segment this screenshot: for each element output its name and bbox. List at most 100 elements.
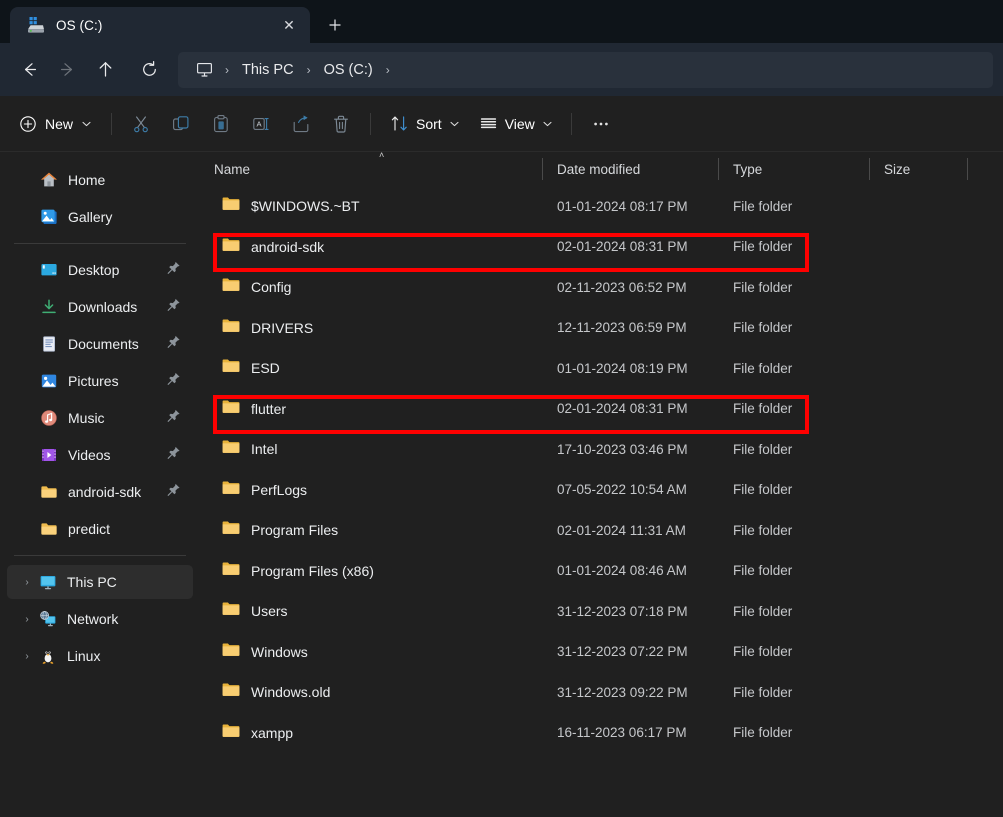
cell-name: Windows.old (200, 682, 543, 702)
videos-icon (38, 446, 60, 464)
folder-icon (222, 439, 240, 459)
pin-icon[interactable] (167, 409, 181, 428)
table-row[interactable]: Windows.old 31-12-2023 09:22 PM File folde… (200, 672, 1003, 713)
sort-button[interactable]: Sort (380, 107, 469, 141)
cell-date-modified: 17-10-2023 03:46 PM (543, 442, 719, 457)
sidebar-item-gallery[interactable]: Gallery (7, 200, 193, 234)
sidebar-item-downloads[interactable]: Downloads (7, 290, 193, 324)
sidebar-item-home[interactable]: Home (7, 163, 193, 197)
chevron-right-icon[interactable]: › (17, 651, 37, 662)
table-row[interactable]: Program Files (x86) 01-01-2024 08:46 AM Fi… (200, 551, 1003, 592)
file-name: Users (251, 603, 288, 620)
sidebar-item-music[interactable]: Music (7, 401, 193, 435)
chevron-right-icon[interactable]: › (17, 614, 37, 625)
copy-button[interactable] (161, 107, 201, 141)
sidebar-item-this-pc[interactable]: › This PC (7, 565, 193, 599)
share-button[interactable] (281, 107, 321, 141)
scissors-icon (134, 115, 148, 132)
breadcrumb-separator-1[interactable]: › (301, 59, 317, 81)
sidebar-item-label: predict (68, 521, 111, 537)
paste-button[interactable] (201, 107, 241, 141)
cut-button[interactable] (121, 107, 161, 141)
sidebar-divider-2 (14, 555, 186, 556)
sidebar-divider-1 (14, 243, 186, 244)
table-row[interactable]: ESD 01-01-2024 08:19 PM File folder (200, 348, 1003, 389)
table-row[interactable]: Program Files 02-01-2024 11:31 AM File fol… (200, 510, 1003, 551)
column-header-name[interactable]: ˄ Name (200, 152, 543, 186)
pin-icon[interactable] (167, 298, 181, 317)
more-options-button[interactable] (581, 107, 621, 141)
column-header-label: Date modified (557, 161, 641, 177)
cell-name: Users (200, 601, 543, 621)
breadcrumb-this-pc[interactable]: This PC (235, 58, 301, 82)
table-row[interactable]: $WINDOWS.~BT 01-01-2024 08:17 PM File fold… (200, 186, 1003, 227)
table-row[interactable]: xampp 16-11-2023 06:17 PM File folder (200, 713, 1003, 754)
chevron-right-icon[interactable]: › (17, 577, 37, 588)
file-type: File folder (733, 603, 793, 619)
breadcrumb-os-c[interactable]: OS (C:) (317, 58, 380, 82)
sidebar-item-android-sdk[interactable]: android-sdk (7, 475, 193, 509)
delete-button[interactable] (321, 107, 361, 141)
column-header-size[interactable]: Size (870, 152, 968, 186)
sidebar-item-linux[interactable]: › Linux (7, 639, 193, 673)
table-row[interactable]: Intel 17-10-2023 03:46 PM File folder (200, 429, 1003, 470)
breadcrumb-separator-0[interactable]: › (219, 59, 235, 81)
file-name: android-sdk (251, 238, 325, 255)
view-button[interactable]: View (469, 107, 562, 141)
tab-os-c[interactable]: OS (C:) ✕ (10, 7, 310, 43)
close-icon[interactable]: ✕ (276, 12, 302, 38)
pin-icon[interactable] (167, 261, 181, 280)
sidebar-item-predict[interactable]: predict (7, 512, 193, 546)
documents-icon (38, 335, 60, 353)
toolbar-divider-3 (570, 112, 572, 135)
sidebar-item-desktop[interactable]: Desktop (7, 253, 193, 287)
pin-icon[interactable] (167, 372, 181, 391)
file-date: 01-01-2024 08:17 PM (557, 198, 688, 214)
new-tab-button[interactable] (318, 8, 352, 42)
address-bar[interactable]: › This PC › OS (C:) › (178, 51, 993, 88)
folder-icon (222, 642, 240, 662)
sidebar-item-pictures[interactable]: Pictures (7, 364, 193, 398)
sidebar-item-network[interactable]: › Network (7, 602, 193, 636)
ellipsis-icon (594, 122, 608, 125)
table-row[interactable]: Config 02-11-2023 06:52 PM File folder (200, 267, 1003, 308)
table-row[interactable]: Windows 31-12-2023 07:22 PM File folder (200, 632, 1003, 673)
cell-name: $WINDOWS.~BT (200, 196, 543, 216)
sidebar-item-videos[interactable]: Videos (7, 438, 193, 472)
breadcrumb-separator-2[interactable]: › (380, 59, 396, 81)
back-button[interactable] (10, 53, 48, 87)
column-header-type[interactable]: Type (719, 152, 870, 186)
refresh-button[interactable] (130, 53, 168, 87)
file-date: 31-12-2023 09:22 PM (557, 684, 688, 700)
cell-type: File folder (719, 442, 870, 457)
table-row[interactable]: DRIVERS 12-11-2023 06:59 PM File folder (200, 308, 1003, 349)
file-type: File folder (733, 644, 793, 660)
folder-icon (222, 601, 240, 621)
file-date: 01-01-2024 08:19 PM (557, 360, 688, 376)
cell-name: Intel (200, 439, 543, 459)
sidebar-item-documents[interactable]: Documents (7, 327, 193, 361)
table-row[interactable]: flutter 02-01-2024 08:31 PM File folder (200, 389, 1003, 430)
file-type: File folder (733, 684, 793, 700)
cell-name: flutter (200, 399, 543, 419)
file-date: 02-11-2023 06:52 PM (557, 279, 687, 295)
table-row[interactable]: android-sdk 02-01-2024 08:31 PM File folde… (200, 227, 1003, 268)
arrow-left-icon (24, 63, 36, 76)
pin-icon[interactable] (167, 446, 181, 465)
table-row[interactable]: Users 31-12-2023 07:18 PM File folder (200, 591, 1003, 632)
file-name: Windows (251, 643, 308, 660)
sort-button-label: Sort (416, 115, 442, 132)
file-date: 31-12-2023 07:22 PM (557, 644, 688, 660)
pin-icon[interactable] (167, 335, 181, 354)
up-button[interactable] (86, 53, 124, 87)
network-icon (37, 610, 59, 628)
forward-button[interactable] (48, 53, 86, 87)
rename-button[interactable]: A (241, 107, 281, 141)
new-button[interactable]: New (10, 107, 102, 141)
column-header-date-modified[interactable]: Date modified (543, 152, 719, 186)
this-pc-monitor-icon[interactable] (190, 57, 219, 82)
table-row[interactable]: PerfLogs 07-05-2022 10:54 AM File folder (200, 470, 1003, 511)
windows-drive-icon (26, 15, 46, 35)
cell-date-modified: 31-12-2023 07:22 PM (543, 644, 719, 659)
pin-icon[interactable] (167, 483, 181, 502)
